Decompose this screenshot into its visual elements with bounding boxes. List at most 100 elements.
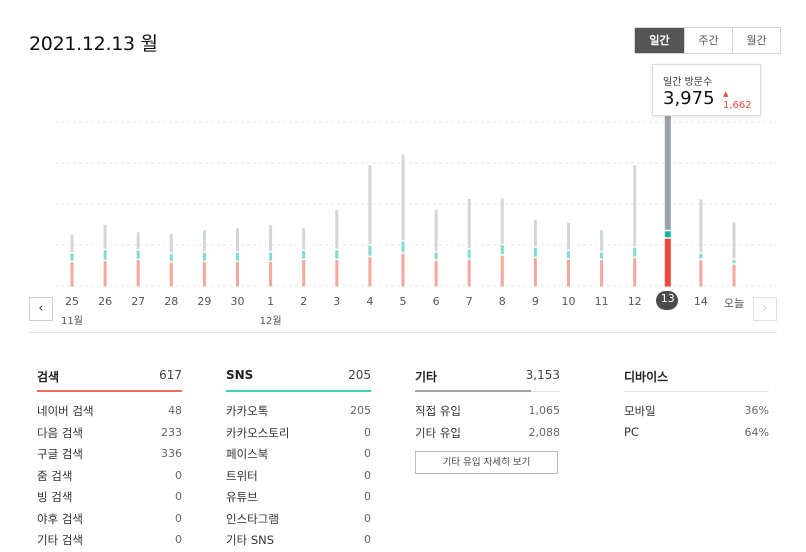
- stat-search-total: 617: [159, 368, 182, 382]
- chart-bar-segment[interactable]: [401, 154, 405, 241]
- chart-bar-segment[interactable]: [169, 233, 173, 253]
- list-item: 다음 검색 233: [37, 425, 182, 447]
- chart-bar-segment[interactable]: [434, 209, 438, 252]
- chart-bar-segment[interactable]: [600, 230, 604, 252]
- stat-other: 기타 3,153 직접 유입 1,065 기타 유입 2,088 기타 유입 자세히…: [415, 365, 560, 474]
- month-label: 11월: [61, 316, 83, 327]
- chart-bar-segment[interactable]: [169, 262, 173, 287]
- chart-bar-segment[interactable]: [236, 252, 239, 261]
- x-tick-label[interactable]: 오늘: [720, 295, 748, 311]
- chart-bar-segment[interactable]: [302, 260, 306, 287]
- chart-bar-segment[interactable]: [434, 252, 438, 260]
- x-tick-label[interactable]: 30: [224, 295, 252, 308]
- chart-bar-segment[interactable]: [567, 259, 570, 287]
- chart-bar-segment[interactable]: [500, 198, 504, 244]
- chart-bar-segment[interactable]: [368, 245, 372, 256]
- chart-bar-segment[interactable]: [202, 262, 206, 287]
- chart-bar-segment[interactable]: [70, 234, 74, 253]
- tooltip-diff: ▲ 1,662: [723, 89, 760, 111]
- chart-bar-segment[interactable]: [136, 250, 140, 259]
- x-tick-label[interactable]: 11: [588, 295, 616, 308]
- chart-bar-segment[interactable]: [434, 260, 438, 287]
- chart-bar-segment[interactable]: [70, 262, 74, 287]
- list-item: PC 64%: [624, 425, 769, 447]
- chart-bar-segment[interactable]: [335, 209, 339, 249]
- chart-bar-segment[interactable]: [633, 258, 637, 287]
- x-tick-label[interactable]: 10: [555, 295, 583, 308]
- chart-bar-segment[interactable]: [368, 257, 372, 287]
- chart-bar-segment[interactable]: [533, 219, 537, 247]
- list-item: 유튜브 0: [226, 489, 371, 511]
- x-tick-label[interactable]: 1: [257, 295, 285, 308]
- stat-sns-underline: [226, 390, 371, 392]
- chart-bar-segment[interactable]: [664, 231, 671, 238]
- x-tick-label[interactable]: 25: [58, 295, 86, 308]
- chart-bar-segment[interactable]: [664, 238, 671, 287]
- x-tick-label[interactable]: 12: [621, 295, 649, 308]
- tooltip-title: 일간 방문수: [663, 77, 713, 88]
- chart-bar-segment[interactable]: [732, 222, 736, 259]
- x-tick-label[interactable]: 13: [654, 292, 682, 305]
- x-tick-label[interactable]: 6: [422, 295, 450, 308]
- chart-bar-segment[interactable]: [236, 228, 239, 252]
- chart-bar-segment[interactable]: [467, 259, 471, 287]
- chart-bar-segment[interactable]: [500, 245, 504, 255]
- chart-bar-segment[interactable]: [699, 253, 703, 259]
- x-tick-label[interactable]: 27: [124, 295, 152, 308]
- x-tick-label[interactable]: 8: [488, 295, 516, 308]
- chart-bar-segment[interactable]: [500, 255, 504, 287]
- chart-bar-segment[interactable]: [103, 250, 107, 260]
- x-tick-label[interactable]: 7: [455, 295, 483, 308]
- chart-bar-segment[interactable]: [302, 228, 306, 250]
- chart-bar-segment[interactable]: [467, 249, 471, 259]
- chart-bar-segment[interactable]: [401, 253, 405, 287]
- chart-bar-segment[interactable]: [368, 165, 372, 245]
- prev-period-button[interactable]: ‹: [29, 297, 53, 321]
- row-value: 0: [364, 490, 371, 503]
- chart-bar-segment[interactable]: [269, 252, 273, 261]
- x-tick-label[interactable]: 28: [157, 295, 185, 308]
- chart-bar-segment[interactable]: [269, 262, 273, 287]
- chart-bar-segment[interactable]: [633, 165, 637, 247]
- chart-bar-segment[interactable]: [699, 199, 703, 253]
- x-tick-label[interactable]: 4: [356, 295, 384, 308]
- chart-bar-segment[interactable]: [533, 258, 537, 287]
- other-inflow-detail-button[interactable]: 기타 유입 자세히 보기: [415, 451, 558, 474]
- chart-bar-segment[interactable]: [732, 264, 736, 287]
- chart-bar-segment[interactable]: [302, 250, 306, 259]
- chart-bar-segment[interactable]: [600, 252, 604, 259]
- chart-bar-segment[interactable]: [136, 260, 140, 287]
- chart-bar-segment[interactable]: [600, 260, 604, 287]
- chart-bar-segment[interactable]: [467, 198, 471, 249]
- chart-bar-segment[interactable]: [335, 260, 339, 287]
- chart-bar-segment[interactable]: [699, 260, 703, 287]
- chart-bar-segment[interactable]: [236, 262, 239, 287]
- x-tick-label[interactable]: 2: [290, 295, 318, 308]
- chart-bar-segment[interactable]: [567, 222, 570, 250]
- stat-device: 디바이스 모바일 36% PC 64%: [624, 365, 769, 439]
- chart-bar-segment[interactable]: [401, 241, 405, 253]
- list-item: 카카오스토리 0: [226, 425, 371, 447]
- chart-bar-segment[interactable]: [732, 260, 736, 264]
- chart-bar-segment[interactable]: [70, 253, 74, 261]
- chart-bar-segment[interactable]: [202, 230, 206, 252]
- chart-bar-segment[interactable]: [103, 224, 107, 249]
- chart-bar-segment[interactable]: [202, 252, 206, 261]
- x-tick-label[interactable]: 26: [91, 295, 119, 308]
- x-tick-label[interactable]: 29: [190, 295, 218, 308]
- chart-bar-segment[interactable]: [335, 250, 339, 259]
- stat-other-list: 직접 유입 1,065 기타 유입 2,088: [415, 403, 560, 446]
- x-tick-label[interactable]: 9: [521, 295, 549, 308]
- chart-bar-segment[interactable]: [567, 251, 570, 259]
- chart-bar-segment[interactable]: [103, 261, 107, 287]
- chart-bar-segment[interactable]: [533, 247, 537, 257]
- chart-bar-segment[interactable]: [269, 225, 273, 252]
- x-tick-label[interactable]: 5: [389, 295, 417, 308]
- row-value: 0: [364, 425, 371, 439]
- x-tick-label[interactable]: 3: [323, 295, 351, 308]
- next-period-button[interactable]: ›: [753, 297, 777, 321]
- chart-bar-segment[interactable]: [136, 232, 140, 250]
- x-tick-label[interactable]: 14: [687, 295, 715, 308]
- chart-bar-segment[interactable]: [169, 254, 173, 262]
- chart-bar-segment[interactable]: [633, 247, 637, 257]
